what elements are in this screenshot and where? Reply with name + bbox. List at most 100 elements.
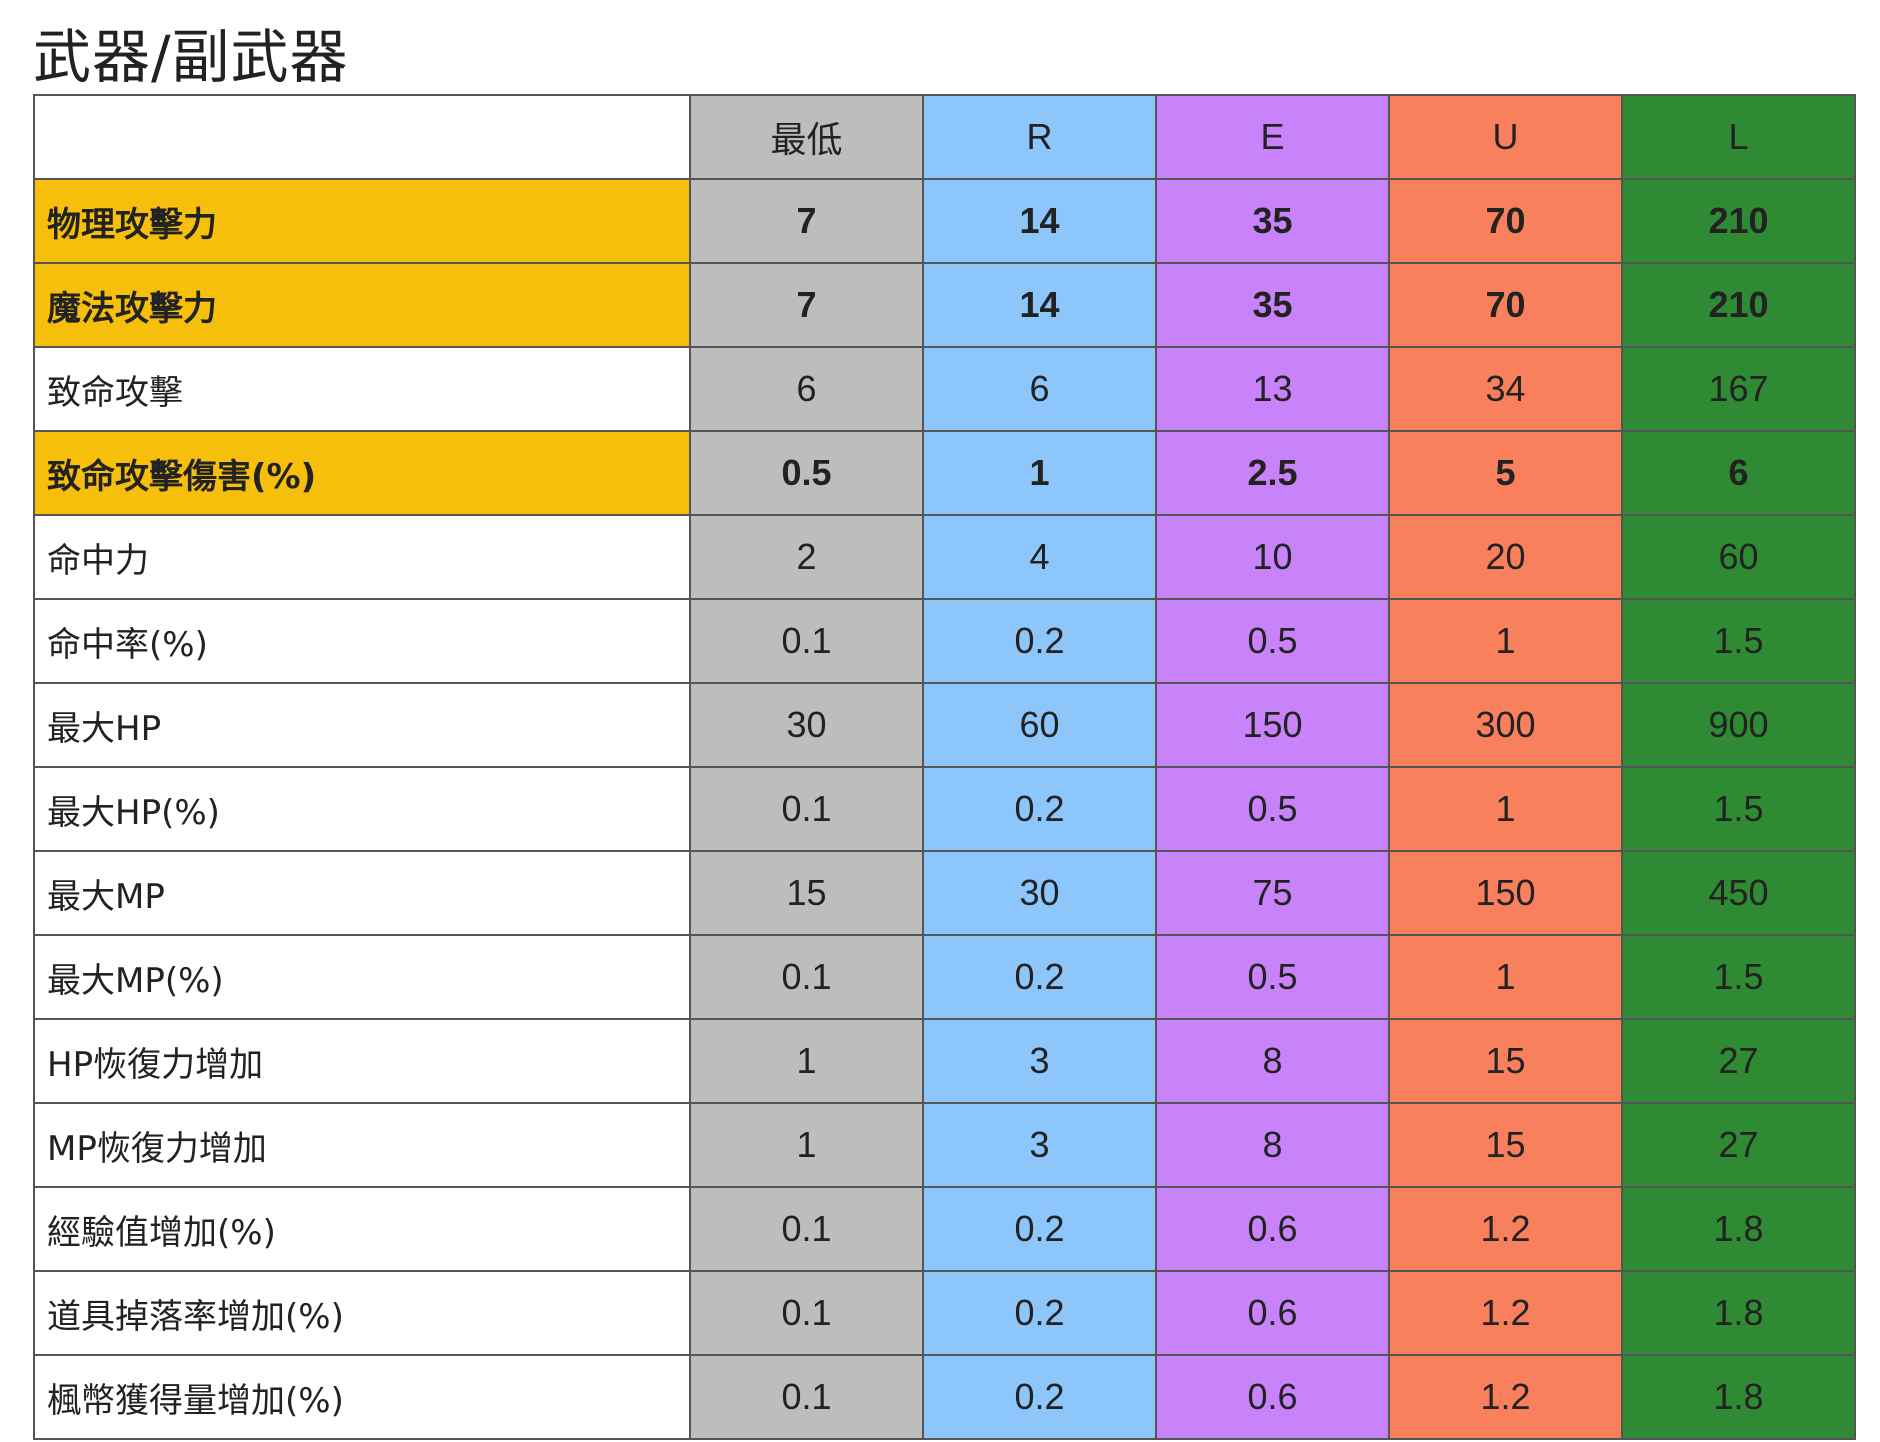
table-row: HP恢復力增加 1 3 8 15 27	[33, 1018, 1856, 1104]
stat-value-u: 15	[1388, 1102, 1623, 1188]
column-header-min: 最低	[689, 94, 924, 180]
stat-label: 魔法攻擊力	[33, 262, 691, 348]
stat-value-u: 300	[1388, 682, 1623, 768]
stat-value-u: 34	[1388, 346, 1623, 432]
table-row: 最大HP(%) 0.1 0.2 0.5 1 1.5	[33, 766, 1856, 852]
stat-value-u: 15	[1388, 1018, 1623, 1104]
stat-value-min: 0.5	[689, 430, 924, 516]
page-title: 武器/副武器	[33, 23, 349, 91]
stat-label: 致命攻擊	[33, 346, 691, 432]
stat-value-l: 210	[1621, 262, 1856, 348]
stats-table: 最低 R E U L 物理攻擊力 7 14 35 70 210 魔法攻擊力 7 14 35 70 21…	[33, 94, 1856, 1440]
stat-value-min: 0.1	[689, 1354, 924, 1440]
stat-value-min: 0.1	[689, 598, 924, 684]
stat-value-l: 60	[1621, 514, 1856, 600]
table-row: 最大MP(%) 0.1 0.2 0.5 1 1.5	[33, 934, 1856, 1020]
stat-value-l: 1.5	[1621, 766, 1856, 852]
table-row: MP恢復力增加 1 3 8 15 27	[33, 1102, 1856, 1188]
stat-value-r: 0.2	[922, 598, 1157, 684]
table-row: 命中力 2 4 10 20 60	[33, 514, 1856, 600]
stat-value-e: 0.5	[1155, 598, 1390, 684]
stat-value-l: 900	[1621, 682, 1856, 768]
stat-label: 最大MP(%)	[33, 934, 691, 1020]
stat-value-l: 210	[1621, 178, 1856, 264]
stat-value-u: 1	[1388, 598, 1623, 684]
stat-value-r: 14	[922, 178, 1157, 264]
table-row: 最大HP 30 60 150 300 900	[33, 682, 1856, 768]
stat-value-e: 0.5	[1155, 934, 1390, 1020]
stat-value-r: 30	[922, 850, 1157, 936]
stat-value-u: 1	[1388, 766, 1623, 852]
stat-value-r: 1	[922, 430, 1157, 516]
stat-label: 最大HP(%)	[33, 766, 691, 852]
stat-label: MP恢復力增加	[33, 1102, 691, 1188]
stat-value-l: 167	[1621, 346, 1856, 432]
stat-value-r: 3	[922, 1102, 1157, 1188]
stat-value-e: 150	[1155, 682, 1390, 768]
stat-value-e: 2.5	[1155, 430, 1390, 516]
stat-value-min: 0.1	[689, 766, 924, 852]
stat-label: 命中力	[33, 514, 691, 600]
stat-value-min: 0.1	[689, 1186, 924, 1272]
column-header-e: E	[1155, 94, 1390, 180]
stat-label: 最大MP	[33, 850, 691, 936]
stat-value-l: 450	[1621, 850, 1856, 936]
table-row: 命中率(%) 0.1 0.2 0.5 1 1.5	[33, 598, 1856, 684]
stat-value-r: 14	[922, 262, 1157, 348]
table-row: 魔法攻擊力 7 14 35 70 210	[33, 262, 1856, 348]
stat-value-u: 1	[1388, 934, 1623, 1020]
stat-value-min: 1	[689, 1102, 924, 1188]
stat-value-l: 1.8	[1621, 1354, 1856, 1440]
stat-label: 經驗值增加(%)	[33, 1186, 691, 1272]
stat-value-l: 1.5	[1621, 598, 1856, 684]
table-row: 致命攻擊傷害(%) 0.5 1 2.5 5 6	[33, 430, 1856, 516]
stat-value-min: 7	[689, 262, 924, 348]
stat-value-r: 60	[922, 682, 1157, 768]
stat-value-l: 1.8	[1621, 1270, 1856, 1356]
stat-value-min: 7	[689, 178, 924, 264]
stat-value-e: 75	[1155, 850, 1390, 936]
stat-value-l: 27	[1621, 1102, 1856, 1188]
stat-value-u: 70	[1388, 262, 1623, 348]
stat-value-e: 0.6	[1155, 1354, 1390, 1440]
stats-table-body: 物理攻擊力 7 14 35 70 210 魔法攻擊力 7 14 35 70 210 致命攻擊 6 6 13 34…	[33, 178, 1856, 1440]
stat-value-r: 3	[922, 1018, 1157, 1104]
stat-value-u: 5	[1388, 430, 1623, 516]
stat-value-u: 20	[1388, 514, 1623, 600]
stat-value-u: 1.2	[1388, 1354, 1623, 1440]
stat-value-e: 8	[1155, 1102, 1390, 1188]
stat-value-u: 70	[1388, 178, 1623, 264]
stat-label: 最大HP	[33, 682, 691, 768]
table-row: 楓幣獲得量增加(%) 0.1 0.2 0.6 1.2 1.8	[33, 1354, 1856, 1440]
stat-label: 道具掉落率增加(%)	[33, 1270, 691, 1356]
stat-label: HP恢復力增加	[33, 1018, 691, 1104]
table-row: 道具掉落率增加(%) 0.1 0.2 0.6 1.2 1.8	[33, 1270, 1856, 1356]
stat-value-e: 8	[1155, 1018, 1390, 1104]
stat-value-e: 0.6	[1155, 1270, 1390, 1356]
stat-value-e: 13	[1155, 346, 1390, 432]
stat-label: 致命攻擊傷害(%)	[33, 430, 691, 516]
stat-value-min: 1	[689, 1018, 924, 1104]
stat-value-min: 0.1	[689, 934, 924, 1020]
stat-label: 命中率(%)	[33, 598, 691, 684]
stat-value-e: 10	[1155, 514, 1390, 600]
column-header-u: U	[1388, 94, 1623, 180]
header-row: 最低 R E U L	[33, 94, 1856, 180]
stat-value-e: 0.5	[1155, 766, 1390, 852]
stat-value-min: 2	[689, 514, 924, 600]
stat-value-e: 35	[1155, 262, 1390, 348]
stat-value-e: 0.6	[1155, 1186, 1390, 1272]
stat-value-l: 6	[1621, 430, 1856, 516]
stat-value-l: 1.5	[1621, 934, 1856, 1020]
stat-value-r: 4	[922, 514, 1157, 600]
column-header-l: L	[1621, 94, 1856, 180]
table-row: 致命攻擊 6 6 13 34 167	[33, 346, 1856, 432]
stat-value-r: 0.2	[922, 1270, 1157, 1356]
stat-value-min: 15	[689, 850, 924, 936]
stat-value-l: 27	[1621, 1018, 1856, 1104]
table-row: 經驗值增加(%) 0.1 0.2 0.6 1.2 1.8	[33, 1186, 1856, 1272]
stat-label: 物理攻擊力	[33, 178, 691, 264]
stat-value-r: 0.2	[922, 934, 1157, 1020]
stat-value-r: 0.2	[922, 1186, 1157, 1272]
stat-value-min: 0.1	[689, 1270, 924, 1356]
